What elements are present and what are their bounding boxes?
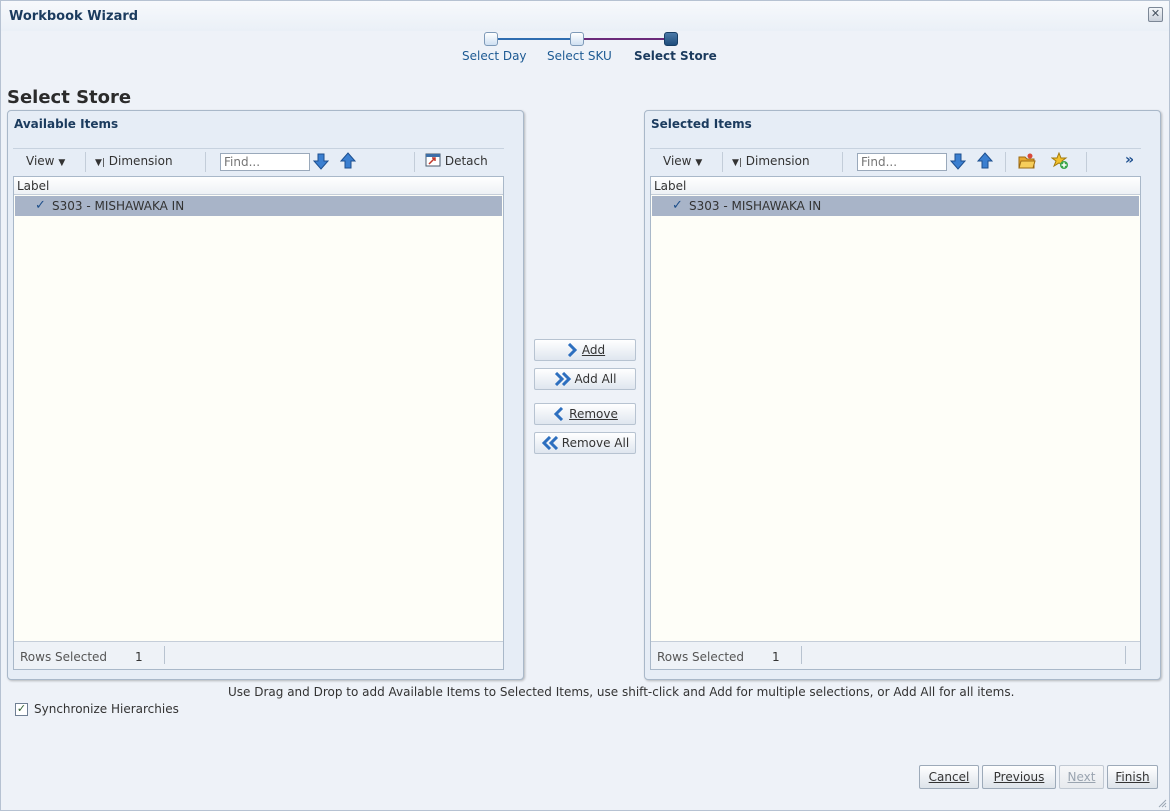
view-menu[interactable]: View ▼ (26, 154, 65, 168)
available-items-table: Label ✓ S303 - MISHAWAKA IN Rows Selecte… (13, 176, 504, 670)
next-button: Next (1059, 765, 1104, 789)
finish-button[interactable]: Finish (1107, 765, 1158, 789)
add-label: Add (581, 343, 606, 357)
window-title: Workbook Wizard (9, 9, 139, 24)
toolbar-separator (842, 152, 843, 172)
selected-toolbar: View ▼ ▼| Dimension » (650, 148, 1141, 175)
add-all-label: Add All (574, 372, 617, 386)
rows-selected-label: Rows Selected (657, 650, 745, 664)
add-button[interactable]: Add (534, 339, 636, 361)
row-label: S303 - MISHAWAKA IN (52, 199, 185, 213)
find-next-down-icon[interactable] (312, 152, 330, 170)
selected-items-title: Selected Items (651, 117, 752, 131)
footer-separator (164, 646, 165, 664)
dimension-label: Dimension (108, 154, 173, 168)
rows-selected-label: Rows Selected (20, 650, 108, 664)
resize-grip-icon[interactable] (1157, 798, 1167, 808)
find-input[interactable] (857, 153, 947, 171)
table-footer: Rows Selected 1 (14, 641, 503, 669)
previous-button[interactable]: Previous (982, 765, 1056, 789)
double-chevron-left-icon (541, 435, 558, 451)
more-toolbar-items-icon[interactable]: » (1125, 152, 1134, 168)
selected-items-panel: Selected Items View ▼ ▼| Dimension » Lab… (644, 110, 1161, 680)
previous-label: Previous (993, 770, 1045, 784)
find-input[interactable] (220, 153, 310, 171)
cancel-button[interactable]: Cancel (919, 765, 979, 789)
dimension-menu[interactable]: ▼| Dimension (732, 154, 810, 168)
close-icon[interactable]: ✕ (1148, 7, 1163, 22)
train-label-select-day[interactable]: Select Day (462, 49, 527, 63)
instructions-text: Use Drag and Drop to add Available Items… (228, 685, 1015, 699)
synchronize-hierarchies-label: Synchronize Hierarchies (34, 702, 179, 716)
remove-all-label: Remove All (561, 436, 630, 450)
train-stop-select-sku[interactable] (570, 32, 584, 46)
detach-button[interactable]: Detach (425, 152, 488, 168)
available-items-title: Available Items (14, 117, 119, 131)
toolbar-separator (1005, 152, 1006, 172)
double-chevron-right-icon (554, 371, 571, 387)
checkmark-icon: ✓ (35, 198, 46, 213)
checkmark-icon: ✓ (672, 198, 683, 213)
remove-button[interactable]: Remove (534, 403, 636, 425)
finish-label: Finish (1115, 770, 1150, 784)
find-previous-up-icon[interactable] (976, 152, 994, 170)
footer-separator (1125, 646, 1126, 664)
page-title: Select Store (7, 87, 132, 108)
train-stop-select-store (664, 32, 678, 46)
detach-icon (425, 153, 441, 167)
dimension-caret-icon: ▼| (732, 158, 742, 168)
chevron-left-icon (554, 406, 564, 422)
toolbar-separator (205, 152, 206, 172)
workbook-wizard-window: Workbook Wizard ✕ Select Day Select SKU … (0, 0, 1170, 811)
table-row[interactable]: ✓ S303 - MISHAWAKA IN (652, 196, 1139, 216)
table-footer: Rows Selected 1 (651, 641, 1140, 669)
train-label-select-store: Select Store (634, 49, 717, 63)
toolbar-separator (414, 152, 415, 172)
folder-open-icon[interactable] (1018, 152, 1036, 170)
titlebar: Workbook Wizard ✕ (1, 1, 1169, 31)
remove-label: Remove (569, 407, 618, 421)
dimension-label: Dimension (745, 154, 810, 168)
find-previous-up-icon[interactable] (339, 152, 357, 170)
column-header-label[interactable]: Label (654, 179, 686, 193)
available-toolbar: View ▼ ▼| Dimension Detach (13, 148, 504, 175)
table-row[interactable]: ✓ S303 - MISHAWAKA IN (15, 196, 502, 216)
rows-selected-count: 1 (135, 650, 143, 664)
train-connector-1 (497, 38, 571, 40)
add-all-button[interactable]: Add All (534, 368, 636, 390)
footer-separator (801, 646, 802, 664)
favorite-add-icon[interactable] (1051, 152, 1069, 170)
toolbar-separator (1086, 152, 1087, 172)
table-header: Label (14, 177, 503, 195)
train-label-select-sku[interactable]: Select SKU (547, 49, 612, 63)
remove-all-button[interactable]: Remove All (534, 432, 636, 454)
dimension-menu[interactable]: ▼| Dimension (95, 154, 173, 168)
cancel-label: Cancel (928, 770, 970, 784)
toolbar-separator (85, 152, 86, 172)
available-items-panel: Available Items View ▼ ▼| Dimension Deta… (7, 110, 524, 680)
dimension-caret-icon: ▼| (95, 158, 105, 168)
detach-label: Detach (444, 154, 488, 168)
train-stop-select-day[interactable] (484, 32, 498, 46)
view-menu[interactable]: View ▼ (663, 154, 702, 168)
next-label: Next (1067, 770, 1096, 784)
row-label: S303 - MISHAWAKA IN (689, 199, 822, 213)
caret-down-icon: ▼ (58, 158, 66, 168)
column-header-label[interactable]: Label (17, 179, 49, 193)
view-label: View (26, 154, 55, 168)
train-connector-2 (583, 38, 665, 40)
view-label: View (663, 154, 692, 168)
find-next-down-icon[interactable] (949, 152, 967, 170)
chevron-right-icon (567, 342, 577, 358)
toolbar-separator (722, 152, 723, 172)
caret-down-icon: ▼ (695, 158, 703, 168)
rows-selected-count: 1 (772, 650, 780, 664)
table-header: Label (651, 177, 1140, 195)
selected-items-table: Label ✓ S303 - MISHAWAKA IN Rows Selecte… (650, 176, 1141, 670)
wizard-train: Select Day Select SKU Select Store (441, 31, 741, 71)
checkbox-checked-icon[interactable]: ✓ (15, 703, 28, 716)
